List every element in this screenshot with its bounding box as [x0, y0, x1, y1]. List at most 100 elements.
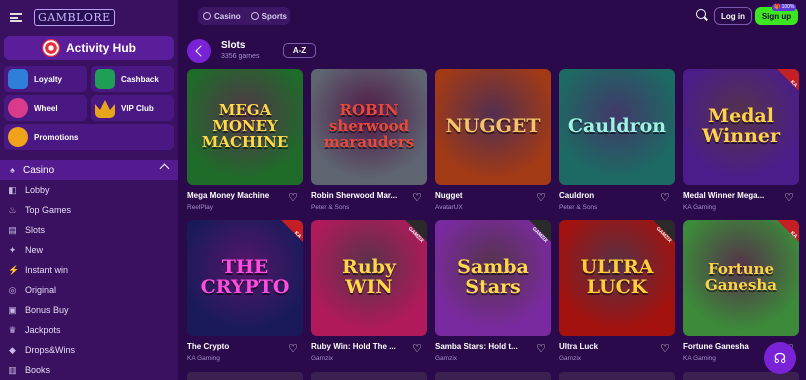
flame-icon: ♨	[8, 204, 17, 215]
game-art-title: MEGA MONEY MACHINE	[201, 101, 289, 151]
favorite-heart-icon[interactable]: ♡	[659, 193, 671, 204]
game-provider: AvatarUX	[435, 204, 463, 211]
lobby-icon: ◧	[8, 184, 17, 195]
game-card[interactable]: Cauldron Cauldron Peter & Sons ♡	[559, 69, 675, 211]
game-thumbnail[interactable]: Samba Stars GAMZIX	[435, 220, 551, 336]
game-name[interactable]: Robin Sherwood Mar...	[311, 191, 409, 200]
favorite-heart-icon[interactable]: ♡	[659, 344, 671, 355]
game-thumbnail[interactable]: ROBIN sherwood marauders	[311, 69, 427, 185]
sidebar-item-bonus-buy[interactable]: ▣ Bonus Buy	[0, 300, 178, 320]
support-chat-button[interactable]: ☊	[764, 342, 796, 374]
search-icon[interactable]	[696, 9, 708, 21]
headset-icon: ☊	[773, 349, 787, 366]
sidebar-header: GAMBLORE	[0, 0, 178, 34]
new-icon: ✦	[8, 244, 17, 255]
game-thumbnail[interactable]: Ruby WIN GAMZIX	[311, 220, 427, 336]
game-provider: KA Gaming	[683, 355, 716, 362]
game-card-partial	[435, 372, 551, 380]
game-name[interactable]: Ruby Win: Hold The ...	[311, 342, 409, 351]
provider-ribbon	[281, 220, 303, 242]
game-thumbnail[interactable]: Fortune Ganesha KA	[683, 220, 799, 336]
game-card[interactable]: NUGGET Nugget AvatarUX ♡	[435, 69, 551, 211]
game-card[interactable]: Samba Stars GAMZIX Samba Stars: Hold t... G…	[435, 220, 551, 362]
game-name[interactable]: Samba Stars: Hold t...	[435, 342, 533, 351]
sidebar-tile-loyalty[interactable]: Loyalty	[4, 66, 87, 92]
game-card[interactable]: THE CRYPTO KA The Crypto KA Gaming ♡	[187, 220, 303, 362]
game-art-title: Ruby WIN	[342, 256, 396, 298]
game-provider: KA Gaming	[683, 204, 716, 211]
game-name[interactable]: Mega Money Machine	[187, 191, 285, 200]
chevron-up-icon	[159, 163, 170, 174]
casino-icon: ♠	[10, 164, 15, 175]
page-title: Slots	[221, 40, 246, 51]
soccer-ball-icon	[250, 12, 259, 20]
tab-sports[interactable]: Sports	[246, 7, 292, 25]
game-thumbnail[interactable]: NUGGET	[435, 69, 551, 185]
game-card[interactable]: MEGA MONEY MACHINE Mega Money Machine Reel…	[187, 69, 303, 211]
game-provider: Gamzix	[559, 355, 582, 362]
cash-icon	[95, 69, 115, 89]
sidebar-tile-promotions[interactable]: Promotions	[4, 124, 174, 150]
game-thumbnail[interactable]: Medal Winner KA	[683, 69, 799, 185]
game-thumbnail[interactable]: ULTRA LUCK GAMZIX	[559, 220, 675, 336]
game-card[interactable]: Medal Winner KA Medal Winner Mega... KA Gam…	[683, 69, 799, 211]
shield-icon	[8, 69, 28, 89]
logo[interactable]: GAMBLORE	[34, 8, 115, 26]
top-bar: Casino Sports Log in Sign up 🎁 100%	[178, 0, 806, 34]
provider-ribbon	[777, 69, 799, 91]
game-art-title: Fortune Ganesha	[704, 260, 778, 294]
product-switcher: Casino Sports	[198, 7, 290, 25]
drops-icon: ◆	[9, 344, 16, 355]
sidebar-item-jackpots[interactable]: ♛ Jackpots	[0, 320, 178, 340]
sort-az-button[interactable]: A-Z	[283, 43, 316, 58]
favorite-heart-icon[interactable]: ♡	[535, 193, 547, 204]
tab-casino[interactable]: Casino	[198, 7, 246, 25]
favorite-heart-icon[interactable]: ♡	[783, 193, 795, 204]
sidebar-tile-cashback[interactable]: Cashback	[91, 66, 174, 92]
activity-hub-label: Activity Hub	[65, 41, 136, 55]
favorite-heart-icon[interactable]: ♡	[287, 344, 299, 355]
favorite-heart-icon[interactable]: ♡	[411, 344, 423, 355]
game-name[interactable]: Ultra Luck	[559, 342, 657, 351]
game-art-title: ROBIN sherwood marauders	[323, 101, 415, 151]
sidebar-tile-wheel[interactable]: Wheel	[4, 95, 87, 121]
game-card[interactable]: Fortune Ganesha KA Fortune Ganesha KA Gamin…	[683, 220, 799, 362]
back-button[interactable]	[187, 39, 211, 63]
sidebar-item-top-games[interactable]: ♨ Top Games	[0, 200, 178, 220]
sidebar-casino-section[interactable]: ♠ Casino	[0, 160, 178, 180]
arrow-left-icon	[194, 45, 207, 57]
game-name[interactable]: Cauldron	[559, 191, 657, 200]
game-name[interactable]: Medal Winner Mega...	[683, 191, 781, 200]
game-art-title: NUGGET	[445, 115, 541, 138]
game-card-partial	[311, 372, 427, 380]
sidebar-item-original[interactable]: ◎ Original	[0, 280, 178, 300]
sidebar-item-books[interactable]: ▥ Books	[0, 360, 178, 380]
sidebar-item-instant-win[interactable]: ⚡ Instant win	[0, 260, 178, 280]
game-thumbnail[interactable]: MEGA MONEY MACHINE	[187, 69, 303, 185]
sidebar: GAMBLORE Activity Hub Loyalty Cashback W…	[0, 0, 178, 380]
game-card-partial	[559, 372, 675, 380]
game-name[interactable]: The Crypto	[187, 342, 285, 351]
favorite-heart-icon[interactable]: ♡	[411, 193, 423, 204]
game-thumbnail[interactable]: THE CRYPTO KA	[187, 220, 303, 336]
login-button[interactable]: Log in	[714, 7, 752, 25]
slots-icon: ▤	[8, 224, 17, 235]
game-thumbnail[interactable]: Cauldron	[559, 69, 675, 185]
sidebar-tile-vip[interactable]: VIP Club	[91, 95, 174, 121]
sidebar-item-new[interactable]: ✦ New	[0, 240, 178, 260]
game-art-title: Samba Stars	[457, 256, 529, 298]
game-card[interactable]: ROBIN sherwood marauders Robin Sherwood M…	[311, 69, 427, 211]
game-name[interactable]: Nugget	[435, 191, 533, 200]
game-card[interactable]: ULTRA LUCK GAMZIX Ultra Luck Gamzix ♡	[559, 220, 675, 362]
sidebar-item-lobby[interactable]: ◧ Lobby	[0, 180, 178, 200]
percent-icon	[8, 127, 28, 147]
sidebar-item-slots[interactable]: ▤ Slots	[0, 220, 178, 240]
favorite-heart-icon[interactable]: ♡	[287, 193, 299, 204]
game-card[interactable]: Ruby WIN GAMZIX Ruby Win: Hold The ... Gamz…	[311, 220, 427, 362]
menu-icon[interactable]	[10, 12, 22, 22]
favorite-heart-icon[interactable]: ♡	[535, 344, 547, 355]
instant-icon: ⚡	[8, 264, 20, 275]
game-art-title: THE CRYPTO	[200, 256, 290, 298]
sidebar-item-drops-wins[interactable]: ◆ Drops&Wins	[0, 340, 178, 360]
activity-hub-button[interactable]: Activity Hub	[4, 36, 174, 60]
